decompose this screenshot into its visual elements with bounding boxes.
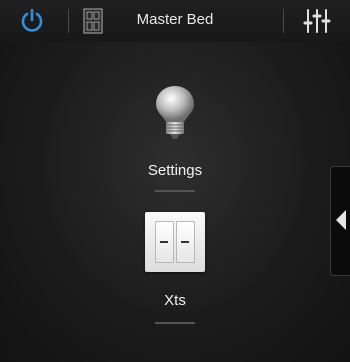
device-label: Settings (147, 162, 203, 179)
sliders-icon[interactable] (303, 7, 333, 35)
top-bar: Master Bed (0, 0, 350, 42)
light-bulb-icon[interactable] (150, 82, 200, 142)
device-underline (155, 322, 195, 324)
room-title: Master Bed (136, 11, 214, 28)
switch-rocker-left (155, 221, 174, 263)
side-panel-toggle[interactable] (330, 166, 350, 276)
chevron-left-icon (336, 210, 346, 230)
door-icon[interactable] (83, 8, 103, 34)
device-underline (155, 190, 195, 192)
light-switch-icon[interactable] (145, 212, 205, 272)
header-divider (68, 9, 69, 33)
device-label: Xts (164, 292, 186, 309)
power-icon[interactable] (18, 7, 46, 35)
header-divider (283, 9, 284, 33)
switch-rocker-right (176, 221, 195, 263)
